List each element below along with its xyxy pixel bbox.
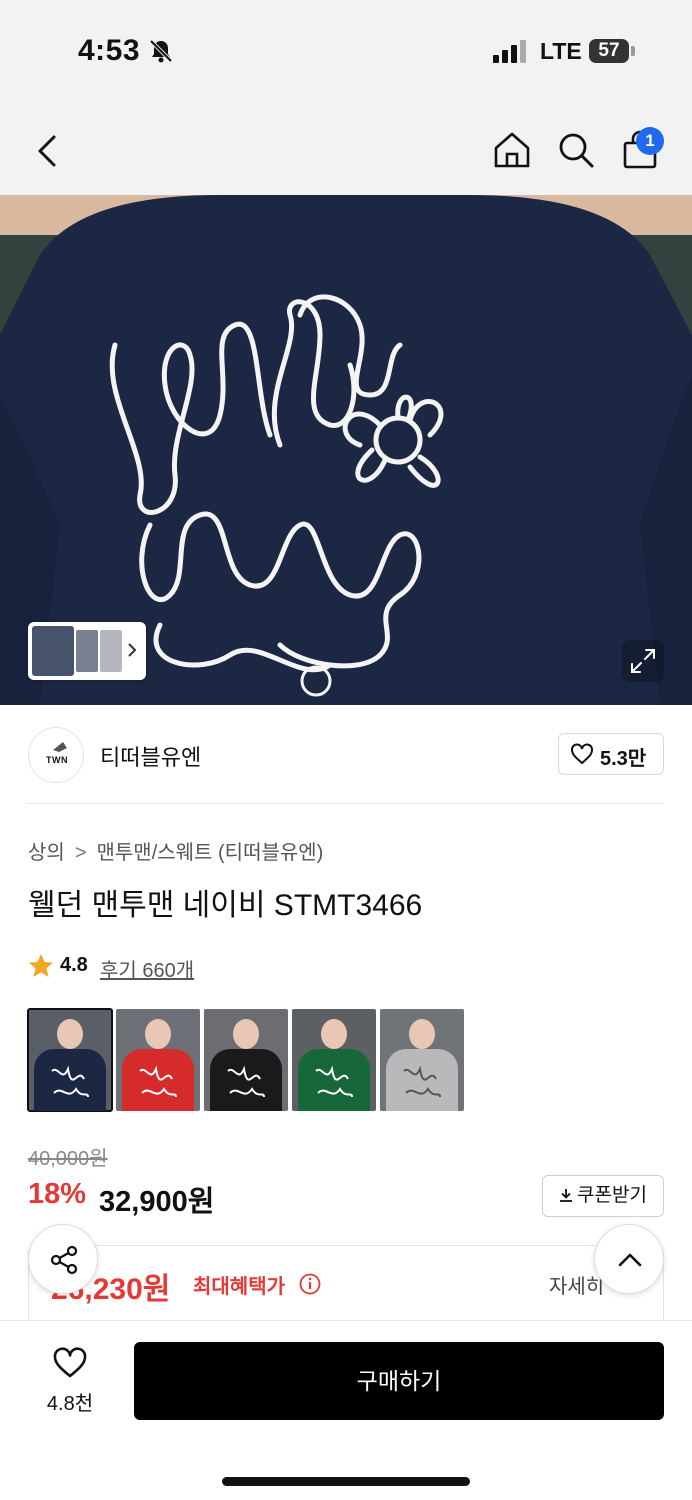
print-graphic bbox=[315, 1065, 353, 1098]
scroll-top-button[interactable] bbox=[594, 1224, 664, 1294]
battery-icon: 57 bbox=[589, 39, 629, 63]
breadcrumb-subcategory[interactable]: 맨투맨/스웨트 (티떠블유엔) bbox=[97, 842, 324, 864]
review-link[interactable]: 후기 660개 bbox=[100, 954, 194, 983]
wishlist-count: 4.8천 bbox=[46, 1393, 94, 1415]
model-head bbox=[233, 1019, 259, 1049]
chevron-up-icon bbox=[618, 1253, 642, 1267]
brand-name[interactable]: 티떠블유엔 bbox=[100, 740, 201, 772]
swatch-green[interactable] bbox=[292, 1009, 376, 1111]
divider bbox=[28, 803, 664, 804]
model-head bbox=[57, 1019, 83, 1049]
bottom-action-bar: 4.8천 구매하기 bbox=[0, 1320, 692, 1500]
swatch-black[interactable] bbox=[204, 1009, 288, 1111]
expand-icon bbox=[631, 649, 655, 673]
benefit-detail-link[interactable]: 자세히 bbox=[549, 1270, 604, 1299]
share-button[interactable] bbox=[28, 1224, 98, 1294]
brand-like-button[interactable]: 5.3만 bbox=[558, 733, 664, 775]
sale-price: 32,900원 bbox=[99, 1186, 215, 1218]
download-icon bbox=[560, 1189, 573, 1202]
home-indicator[interactable] bbox=[222, 1477, 470, 1486]
star-icon bbox=[29, 954, 53, 977]
brand-logo[interactable]: TWN bbox=[28, 727, 84, 783]
signal-icon bbox=[493, 40, 526, 63]
chevron-right-icon[interactable] bbox=[124, 640, 140, 660]
breadcrumb: 상의 > 맨투맨/스웨트 (티떠블유엔) bbox=[28, 836, 323, 865]
thumbnail-image[interactable] bbox=[76, 630, 98, 672]
buy-button[interactable]: 구매하기 bbox=[134, 1342, 664, 1420]
cart-badge: 1 bbox=[636, 127, 664, 155]
battery-cap bbox=[631, 46, 635, 56]
original-price: 40,000원 bbox=[28, 1148, 108, 1170]
bell-muted-icon bbox=[149, 39, 173, 63]
heart-icon[interactable] bbox=[52, 1347, 88, 1379]
breadcrumb-category[interactable]: 상의 bbox=[28, 842, 65, 864]
model-head bbox=[321, 1019, 347, 1049]
swatch-red[interactable] bbox=[116, 1009, 200, 1111]
swatch-gray[interactable] bbox=[380, 1009, 464, 1111]
share-icon bbox=[50, 1245, 78, 1275]
image-thumbnail-strip[interactable] bbox=[28, 622, 146, 680]
coupon-label: 쿠폰받기 bbox=[577, 1185, 647, 1206]
home-icon[interactable] bbox=[492, 130, 532, 170]
color-swatches bbox=[27, 1008, 464, 1112]
print-graphic bbox=[227, 1065, 265, 1098]
max-benefit-label: 최대혜택가 bbox=[193, 1276, 285, 1298]
brand-logo-text: TWN bbox=[46, 755, 68, 765]
discount-rate: 18% bbox=[28, 1178, 87, 1210]
model-head bbox=[409, 1019, 435, 1049]
status-bar: 4:53 LTE 57 bbox=[0, 0, 692, 105]
expand-button[interactable] bbox=[622, 640, 664, 682]
print-graphic bbox=[403, 1065, 441, 1098]
product-title: 웰던 맨투맨 네이비 STMT3466 bbox=[28, 889, 423, 922]
info-icon[interactable] bbox=[299, 1273, 321, 1295]
thumbnail-image[interactable] bbox=[100, 630, 122, 672]
top-nav bbox=[0, 105, 692, 195]
status-time: 4:53 bbox=[78, 34, 141, 67]
rating-value: 4.8 bbox=[60, 954, 88, 976]
print-graphic bbox=[51, 1065, 89, 1098]
model-head bbox=[145, 1019, 171, 1049]
thumbnail-image[interactable] bbox=[32, 626, 74, 676]
brand-like-count: 5.3만 bbox=[600, 748, 647, 770]
network-label: LTE bbox=[540, 38, 582, 64]
print-graphic bbox=[139, 1065, 177, 1098]
swatch-navy[interactable] bbox=[27, 1008, 113, 1112]
chevron-right-icon: > bbox=[74, 842, 87, 864]
back-icon[interactable] bbox=[28, 131, 68, 171]
heart-icon bbox=[571, 743, 593, 765]
coupon-button[interactable]: 쿠폰받기 bbox=[542, 1175, 664, 1217]
search-icon[interactable] bbox=[556, 130, 596, 170]
